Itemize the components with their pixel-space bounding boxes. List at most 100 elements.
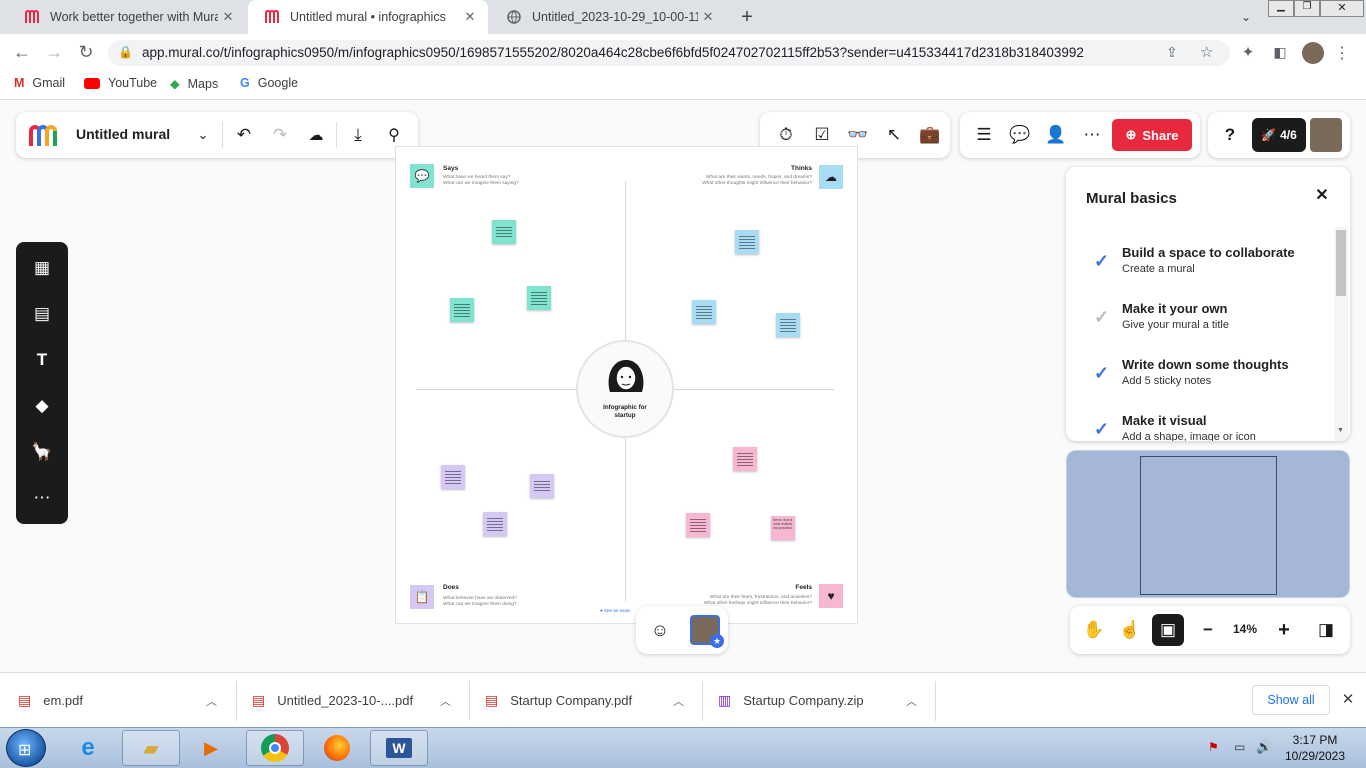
minimap[interactable] — [1066, 450, 1350, 598]
center-persona-circle[interactable]: Infographic for startup — [576, 340, 674, 438]
back-arrow-icon[interactable]: ← — [10, 40, 34, 64]
profile-avatar[interactable] — [1302, 42, 1324, 64]
clock-time[interactable]: 3:17 PM — [1280, 733, 1350, 747]
more-tools-icon[interactable]: ⋯ — [30, 486, 54, 510]
minimap-viewport[interactable] — [1140, 456, 1277, 595]
close-tab-icon[interactable]: ✕ — [698, 9, 718, 25]
volume-icon[interactable]: 🔊 — [1256, 739, 1272, 755]
internet-explorer-icon[interactable]: e — [70, 732, 106, 764]
display-icon[interactable]: ▭ — [1234, 740, 1245, 754]
sticky-note[interactable] — [483, 512, 507, 536]
tab-untitled-mural[interactable]: Untitled mural • infographics ✕ — [248, 0, 488, 34]
close-downloads-icon[interactable]: ✕ — [1338, 689, 1358, 709]
mural-title[interactable]: Untitled mural — [76, 126, 170, 142]
collaborators-icon[interactable]: 👤 — [1044, 123, 1068, 147]
clock-date[interactable]: 10/29/2023 — [1280, 749, 1350, 763]
see-example-link[interactable]: ● See an exam — [600, 608, 631, 613]
timer-icon[interactable]: ⏱ — [774, 123, 798, 147]
touch-select-icon[interactable]: ☝ — [1118, 618, 1142, 642]
comments-icon[interactable]: 💬 — [1008, 123, 1032, 147]
voting-checkbox-icon[interactable]: ☑ — [810, 123, 834, 147]
share-page-icon[interactable]: ⇪ — [1166, 44, 1178, 61]
sticky-note[interactable] — [492, 220, 516, 244]
summon-cursor-icon[interactable]: ↖ — [882, 123, 906, 147]
bookmark-gmail[interactable]: M Gmail — [14, 76, 65, 90]
bookmark-youtube[interactable]: YouTube — [84, 76, 157, 90]
sticky-note[interactable] — [450, 298, 474, 322]
word-taskbar[interactable]: W — [370, 730, 428, 766]
network-warning-icon[interactable]: ⚑ — [1208, 740, 1219, 754]
download-item[interactable]: ▥ Startup Company.zip ︿ — [718, 673, 936, 728]
show-all-button[interactable]: Show all — [1252, 685, 1330, 715]
new-tab-button[interactable]: + — [736, 6, 758, 28]
forward-arrow-icon[interactable]: → — [42, 40, 66, 64]
bookmark-maps[interactable]: ◆ Maps — [170, 76, 218, 92]
download-item[interactable]: ▤ Startup Company.pdf ︿ — [485, 673, 703, 728]
download-icon[interactable]: ⤓ — [346, 123, 370, 147]
redo-icon[interactable]: ↷ — [268, 123, 292, 147]
zoom-out-icon[interactable]: − — [1196, 618, 1220, 642]
file-explorer-taskbar[interactable]: ▰ — [122, 730, 180, 766]
task-item[interactable]: ✓ Make it your own Give your mural a tit… — [1066, 301, 1326, 351]
search-icon[interactable]: ⚲ — [382, 123, 406, 147]
chrome-taskbar[interactable] — [246, 730, 304, 766]
sticky-note[interactable] — [441, 465, 465, 489]
user-avatar[interactable] — [1310, 118, 1342, 152]
cloud-saved-icon[interactable]: ☁ — [304, 123, 328, 147]
more-options-icon[interactable]: ⋯ — [1080, 123, 1104, 147]
tab-pdf[interactable]: Untitled_2023-10-29_10-00-11.pdf ✕ — [490, 0, 726, 34]
firefox-icon[interactable] — [320, 732, 354, 764]
close-window-button[interactable]: ✕ — [1320, 0, 1364, 17]
help-icon[interactable]: ? — [1218, 123, 1242, 147]
chevron-up-icon[interactable]: ︿ — [206, 693, 217, 709]
map-toggle-icon[interactable]: ▣ — [1152, 614, 1184, 646]
start-button[interactable]: ⊞ — [6, 729, 46, 767]
media-player-icon[interactable]: ▶ — [196, 732, 226, 764]
download-item[interactable]: ▤ em.pdf ︿ — [18, 673, 236, 728]
bookmark-google[interactable]: G Google — [240, 76, 298, 90]
task-item[interactable]: ✓ Build a space to collaborate Create a … — [1066, 245, 1326, 295]
zoom-in-icon[interactable]: + — [1272, 618, 1296, 642]
scrollbar-thumb[interactable] — [1336, 230, 1346, 296]
sticky-note-icon[interactable]: ▤ — [30, 302, 54, 326]
shapes-icon[interactable]: ◆ — [30, 394, 54, 418]
chevron-up-icon[interactable]: ︿ — [673, 693, 684, 709]
sticky-note[interactable] — [530, 474, 554, 498]
minimize-button[interactable]: ▁ — [1268, 0, 1294, 17]
task-item[interactable]: ✓ Write down some thoughts Add 5 sticky … — [1066, 357, 1326, 407]
extensions-puzzle-icon[interactable]: ✦ — [1238, 42, 1258, 62]
sticky-note[interactable] — [776, 313, 800, 337]
mural-logo-icon[interactable] — [28, 122, 62, 153]
scroll-down-icon[interactable]: ▼ — [1337, 427, 1344, 434]
sticky-note[interactable] — [733, 447, 757, 471]
reload-icon[interactable]: ↻ — [74, 40, 98, 64]
hand-pan-icon[interactable]: ✋ — [1082, 618, 1106, 642]
chevron-up-icon[interactable]: ︿ — [906, 693, 917, 709]
sticky-note[interactable] — [735, 230, 759, 254]
toolkit-briefcase-icon[interactable]: 💼 — [918, 123, 942, 147]
close-tab-icon[interactable]: ✕ — [218, 9, 238, 25]
title-chevron-down-icon[interactable]: ⌄ — [192, 124, 214, 146]
tab-mural-home[interactable]: Work better together with Mural ✕ — [8, 0, 246, 34]
close-tab-icon[interactable]: ✕ — [460, 9, 480, 25]
bookmark-star-icon[interactable]: ☆ — [1200, 43, 1213, 61]
zoom-level[interactable]: 14% — [1222, 622, 1268, 636]
outline-icon[interactable]: ☰ — [972, 123, 996, 147]
task-item[interactable]: ✓ Make it visual Add a shape, image or i… — [1066, 413, 1326, 441]
templates-icon[interactable]: ▦ — [30, 256, 54, 280]
sticky-note[interactable] — [527, 286, 551, 310]
private-mode-icon[interactable]: 👓 — [846, 123, 870, 147]
sticky-note[interactable] — [692, 300, 716, 324]
close-icon[interactable]: ✕ — [1312, 185, 1332, 205]
side-panel-icon[interactable]: ◧ — [1270, 42, 1290, 62]
sticky-note[interactable] — [686, 513, 710, 537]
llama-icon[interactable]: 🦙 — [30, 440, 54, 464]
maximize-button[interactable]: ❐ — [1294, 0, 1320, 17]
address-bar[interactable]: 🔒 app.mural.co/t/infographics0950/m/info… — [108, 40, 1230, 66]
tab-search-chevron-icon[interactable]: ⌄ — [1236, 8, 1256, 26]
sticky-note-text[interactable]: Never, that is most realistic and practi… — [771, 516, 795, 540]
mural-canvas[interactable]: 💬 Says What have we heard them say? What… — [395, 146, 858, 624]
undo-icon[interactable]: ↶ — [232, 123, 256, 147]
text-tool-icon[interactable]: T — [30, 348, 54, 372]
share-button[interactable]: ⊕ Share — [1112, 119, 1192, 151]
